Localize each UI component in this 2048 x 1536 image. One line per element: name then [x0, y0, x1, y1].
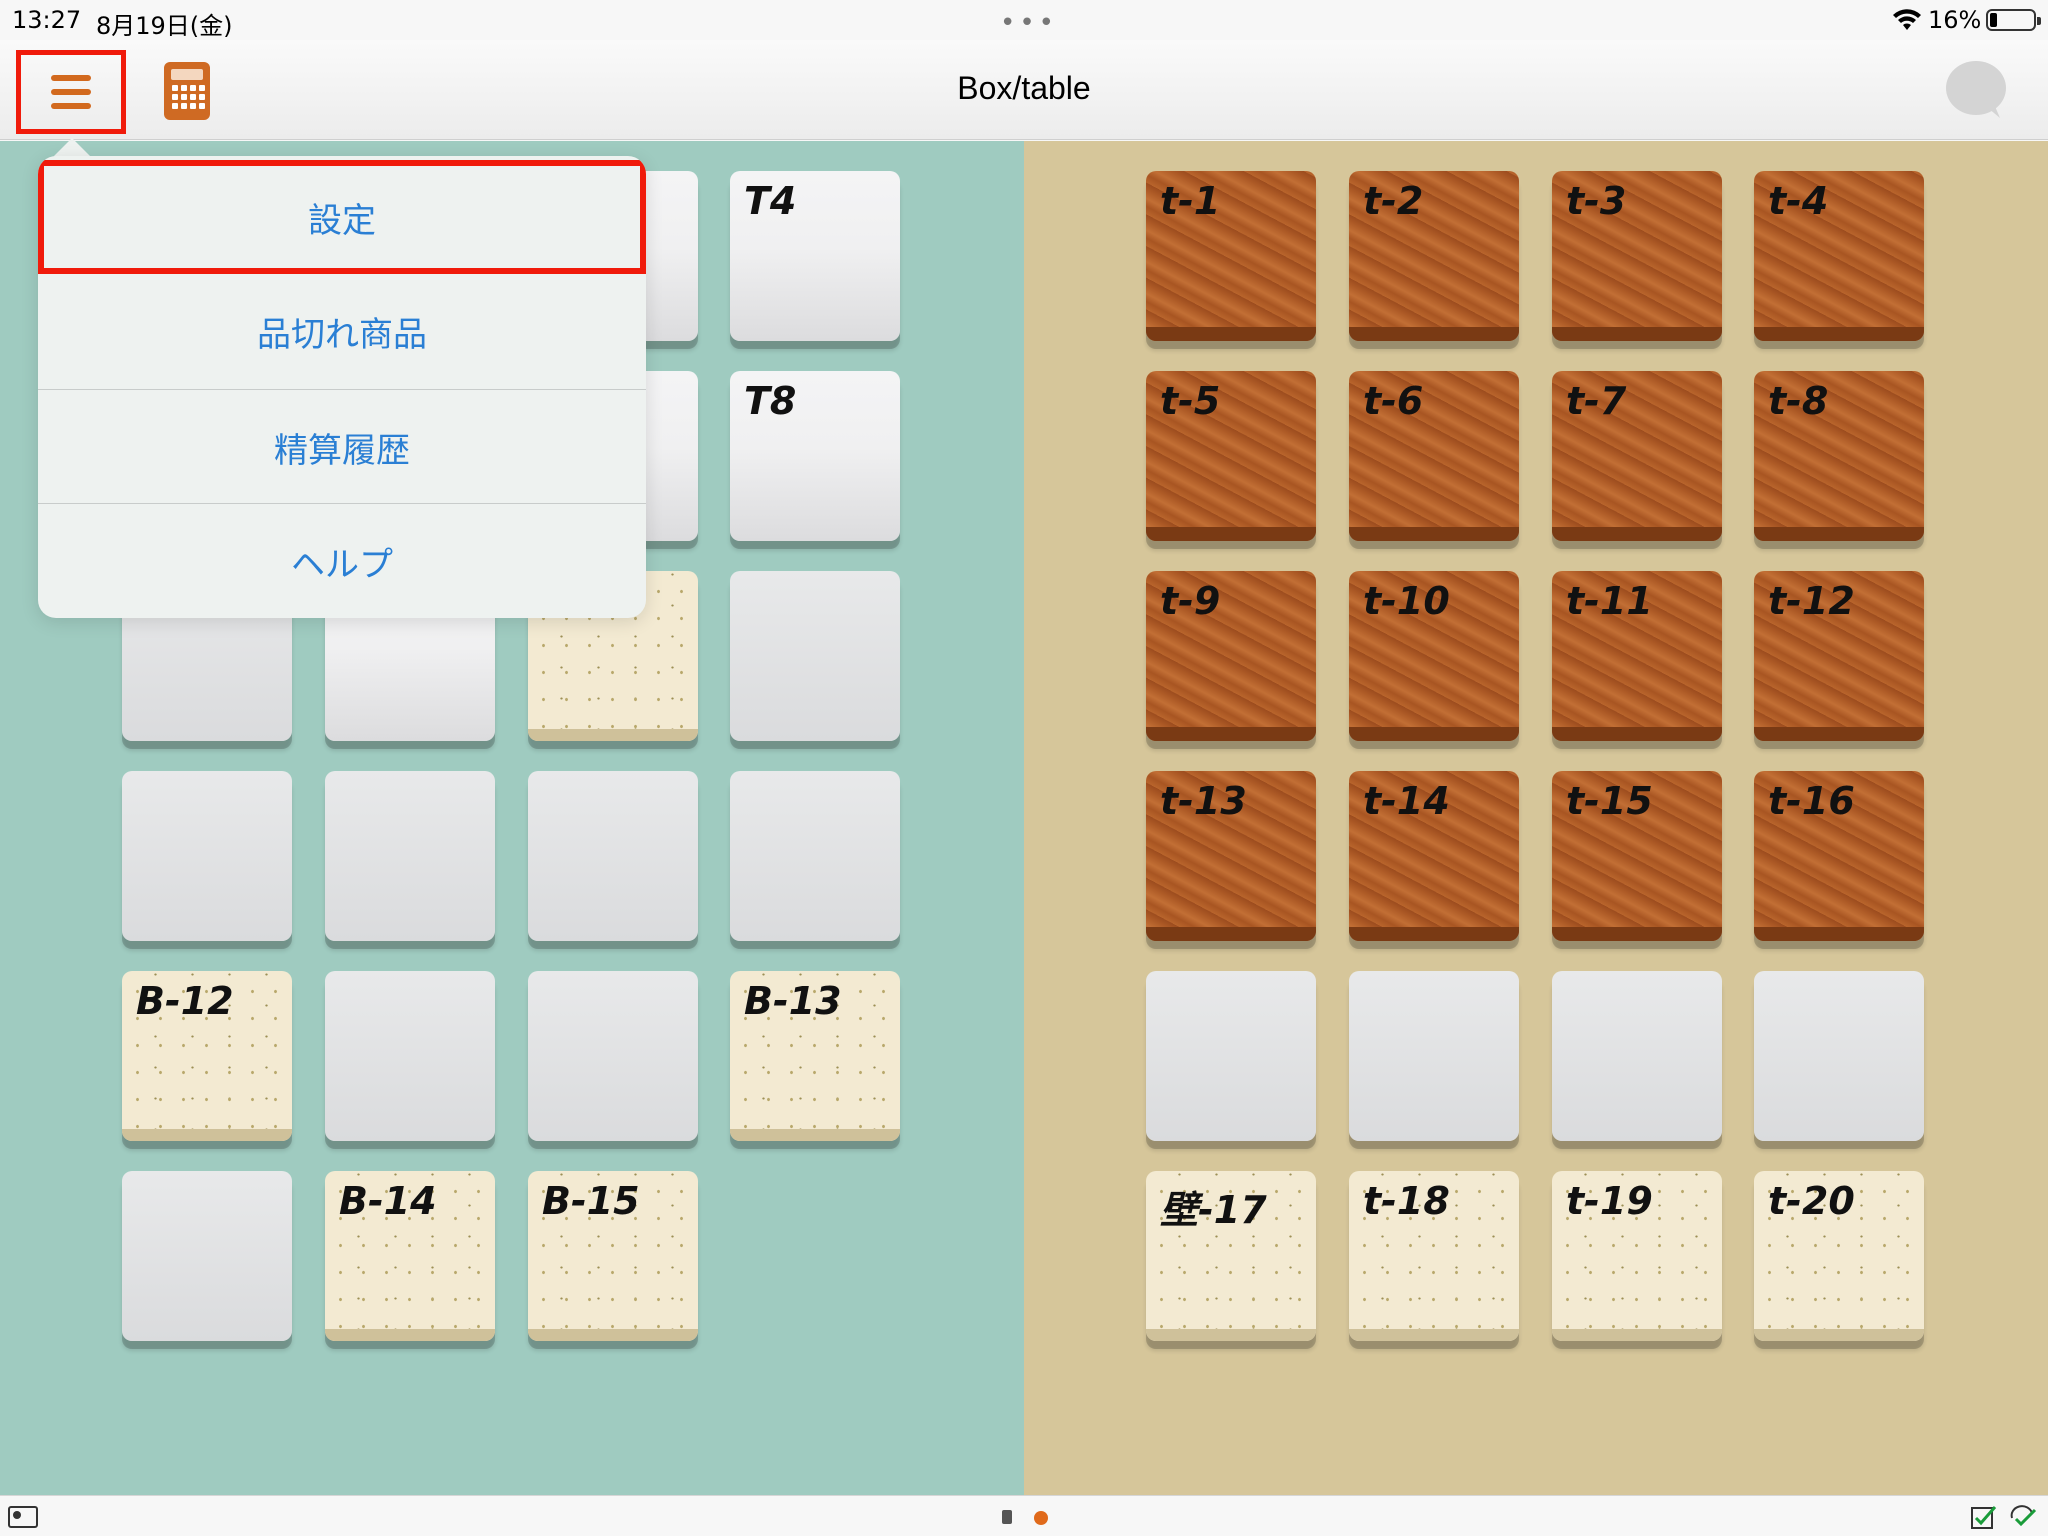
- seat-tile[interactable]: [325, 771, 495, 941]
- popover-arrow: [52, 138, 92, 158]
- table-tile[interactable]: [1146, 971, 1316, 1141]
- status-bar: 13:27 8月19日(金) ••• 16%: [0, 0, 2048, 40]
- table-label: t-12: [1768, 579, 1855, 623]
- table-label: t-3: [1566, 179, 1627, 223]
- page-title: Box/table: [957, 70, 1091, 106]
- table-label: t-5: [1160, 379, 1221, 423]
- table-tile[interactable]: t-10: [1349, 571, 1519, 741]
- table-label: t-6: [1363, 379, 1424, 423]
- seat-label: T8: [744, 379, 797, 423]
- status-time: 13:27: [12, 6, 82, 34]
- table-tile[interactable]: t-20: [1754, 1171, 1924, 1341]
- seat-tile[interactable]: B-12: [122, 971, 292, 1141]
- table-tile[interactable]: [1754, 971, 1924, 1141]
- table-label: t-10: [1363, 579, 1450, 623]
- table-tile[interactable]: t-19: [1552, 1171, 1722, 1341]
- page-indicator-inactive[interactable]: [1002, 1510, 1012, 1524]
- nav-bar: Box/table: [0, 40, 2048, 140]
- table-tile[interactable]: t-9: [1146, 571, 1316, 741]
- table-tile[interactable]: t-1: [1146, 171, 1316, 341]
- table-tile[interactable]: t-2: [1349, 171, 1519, 341]
- table-label: t-16: [1768, 779, 1855, 823]
- chat-bubble-icon[interactable]: [1944, 60, 2008, 120]
- status-date: 8月19日(金): [96, 12, 233, 40]
- table-tile[interactable]: t-18: [1349, 1171, 1519, 1341]
- table-tile[interactable]: t-6: [1349, 371, 1519, 541]
- table-tile[interactable]: t-12: [1754, 571, 1924, 741]
- page-indicator-active[interactable]: [1034, 1511, 1048, 1525]
- table-tile[interactable]: t-8: [1754, 371, 1924, 541]
- menu-button[interactable]: [16, 50, 126, 134]
- table-label: t-2: [1363, 179, 1424, 223]
- table-label: t-1: [1160, 179, 1221, 223]
- table-label: t-7: [1566, 379, 1627, 423]
- bottom-toolbar: [0, 1495, 2048, 1536]
- seat-tile[interactable]: [122, 1171, 292, 1341]
- seat-label: B-13: [744, 979, 842, 1023]
- menu-item-help[interactable]: ヘルプ: [38, 503, 646, 618]
- sync-check-icon[interactable]: [2008, 1504, 2038, 1530]
- seat-label: T4: [744, 179, 797, 223]
- seat-label: B-15: [542, 1179, 640, 1223]
- menu-item-checkout-history[interactable]: 精算履歴: [38, 389, 646, 504]
- table-label: t-15: [1566, 779, 1653, 823]
- table-label: t-20: [1768, 1179, 1855, 1223]
- table-tile[interactable]: t-4: [1754, 171, 1924, 341]
- table-label: t-14: [1363, 779, 1450, 823]
- seat-tile[interactable]: T4: [730, 171, 900, 341]
- seat-tile[interactable]: B-14: [325, 1171, 495, 1341]
- seat-tile[interactable]: B-15: [528, 1171, 698, 1341]
- table-label: t-19: [1566, 1179, 1653, 1223]
- seat-tile[interactable]: T8: [730, 371, 900, 541]
- table-label: t-4: [1768, 179, 1829, 223]
- seat-tile[interactable]: [528, 771, 698, 941]
- seat-tile[interactable]: [730, 771, 900, 941]
- seat-tile[interactable]: B-13: [730, 971, 900, 1141]
- seat-tile[interactable]: [528, 971, 698, 1141]
- battery-percent: 16%: [1928, 6, 1982, 34]
- seat-tile[interactable]: [122, 771, 292, 941]
- table-label: t-11: [1566, 579, 1653, 623]
- main-menu-popover: 設定 品切れ商品 精算履歴 ヘルプ: [38, 156, 646, 618]
- table-tile[interactable]: 壁-17: [1146, 1171, 1316, 1341]
- contact-card-icon[interactable]: [8, 1506, 38, 1528]
- calculator-icon[interactable]: [164, 62, 210, 120]
- table-label: t-18: [1363, 1179, 1450, 1223]
- wifi-icon: [1893, 9, 1921, 30]
- table-tile[interactable]: [1552, 971, 1722, 1141]
- seat-label: B-12: [136, 979, 234, 1023]
- seat-label: B-14: [339, 1179, 437, 1223]
- seat-tile[interactable]: [730, 571, 900, 741]
- table-label: t-9: [1160, 579, 1221, 623]
- table-tile[interactable]: t-3: [1552, 171, 1722, 341]
- hamburger-icon: [51, 75, 91, 109]
- table-tile[interactable]: t-11: [1552, 571, 1722, 741]
- table-label: 壁-17: [1160, 1188, 1267, 1232]
- table-tile[interactable]: t-16: [1754, 771, 1924, 941]
- checklist-icon[interactable]: [1970, 1504, 1998, 1530]
- multitasking-dots-icon[interactable]: •••: [1000, 8, 1058, 38]
- table-tile[interactable]: t-13: [1146, 771, 1316, 941]
- table-tile[interactable]: t-14: [1349, 771, 1519, 941]
- seat-tile[interactable]: [325, 971, 495, 1141]
- table-tile[interactable]: t-15: [1552, 771, 1722, 941]
- table-tile[interactable]: [1349, 971, 1519, 1141]
- table-tile[interactable]: t-5: [1146, 371, 1316, 541]
- table-tile[interactable]: t-7: [1552, 371, 1722, 541]
- table-area: t-1 t-2 t-3 t-4 t-5 t-6 t-7 t-8 t-9 t-10…: [1024, 141, 2048, 1495]
- menu-item-settings[interactable]: 設定: [38, 160, 646, 274]
- battery-icon: [1986, 9, 2041, 31]
- table-label: t-8: [1768, 379, 1829, 423]
- menu-item-sold-out[interactable]: 品切れ商品: [38, 274, 646, 389]
- table-label: t-13: [1160, 779, 1247, 823]
